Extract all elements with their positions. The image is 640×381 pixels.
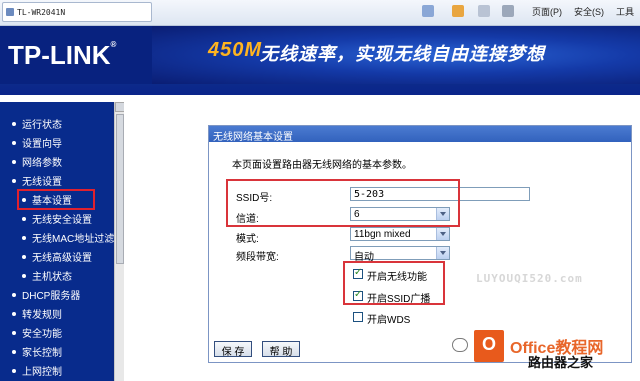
office-logo-icon: O — [474, 330, 504, 362]
wechat-icon — [452, 338, 468, 352]
enable-wds-checkbox[interactable] — [353, 312, 363, 322]
watermark-site: LUYOUQI520.com — [476, 272, 583, 285]
sidebar-item-wireless-advanced[interactable]: 无线高级设置 — [22, 249, 92, 264]
sidebar: 运行状态 设置向导 网络参数 无线设置 基本设置 无线安全设置 无线MAC地址过… — [0, 102, 116, 381]
print-icon[interactable] — [502, 5, 514, 17]
sidebar-scrollbar[interactable] — [114, 102, 125, 381]
chevron-down-icon — [436, 247, 449, 259]
feeds-icon[interactable] — [452, 5, 464, 17]
sidebar-item-mac-filter[interactable]: 无线MAC地址过滤 — [22, 230, 114, 245]
slogan-text: 无线速率，实现无线自由连接梦想 — [260, 44, 545, 64]
save-button[interactable]: 保 存 — [214, 341, 252, 358]
watermark-sub: 路由器之家 — [528, 355, 594, 370]
sidebar-item-dhcp[interactable]: DHCP服务器 — [12, 287, 80, 302]
safety-menu[interactable]: 安全(S) — [574, 5, 604, 18]
checkbox-highlight — [343, 261, 445, 305]
sidebar-item-host-status[interactable]: 主机状态 — [22, 268, 72, 283]
sidebar-item-status[interactable]: 运行状态 — [12, 116, 62, 131]
page-menu[interactable]: 页面(P) — [532, 5, 562, 18]
sidebar-inner: 运行状态 设置向导 网络参数 无线设置 基本设置 无线安全设置 无线MAC地址过… — [0, 102, 114, 381]
sidebar-item-parental[interactable]: 家长控制 — [12, 344, 62, 359]
sidebar-item-security[interactable]: 安全功能 — [12, 325, 62, 340]
sidebar-item-wireless-security[interactable]: 无线安全设置 — [22, 211, 92, 226]
sidebar-item-forwarding[interactable]: 转发规则 — [12, 306, 62, 321]
browser-toolbar: TL-WR2041N 页面(P) 安全(S) 工具 — [0, 0, 640, 26]
sidebar-item-access-control[interactable]: 上网控制 — [12, 363, 62, 378]
sidebar-item-network[interactable]: 网络参数 — [12, 154, 62, 169]
chevron-down-icon — [436, 228, 449, 240]
help-button[interactable]: 帮 助 — [262, 341, 300, 358]
mode-label: 模式: — [236, 234, 259, 245]
sidebar-item-wireless[interactable]: 无线设置 — [12, 173, 62, 188]
home-icon[interactable] — [422, 5, 434, 17]
tools-menu[interactable]: 工具 — [616, 5, 634, 18]
tplink-logo: TP-LINK® — [8, 40, 117, 70]
bandwidth-label: 频段带宽: — [236, 252, 279, 263]
logo-area: TP-LINK® — [0, 26, 152, 84]
scroll-thumb[interactable] — [116, 114, 124, 264]
favicon-icon — [6, 8, 14, 16]
ssid-channel-highlight — [226, 179, 460, 227]
sidebar-item-wizard[interactable]: 设置向导 — [12, 135, 62, 150]
nav-top-strip — [0, 84, 640, 102]
tab-title: TL-WR2041N — [17, 8, 66, 17]
panel-description: 本页面设置路由器无线网络的基本参数。 — [232, 160, 412, 171]
active-item-highlight — [17, 189, 95, 210]
panel-title: 无线网络基本设置 — [209, 126, 631, 143]
mail-icon[interactable] — [478, 5, 490, 17]
bandwidth-select[interactable]: 自动 — [350, 246, 450, 263]
slogan-speed: 450M — [208, 39, 263, 61]
mode-select[interactable]: 11bgn mixed — [350, 227, 450, 241]
header-banner: TP-LINK® 450M 无线速率，实现无线自由连接梦想 — [0, 26, 640, 84]
enable-wds-label: 开启WDS — [367, 315, 411, 326]
browser-tab[interactable]: TL-WR2041N — [2, 2, 152, 22]
